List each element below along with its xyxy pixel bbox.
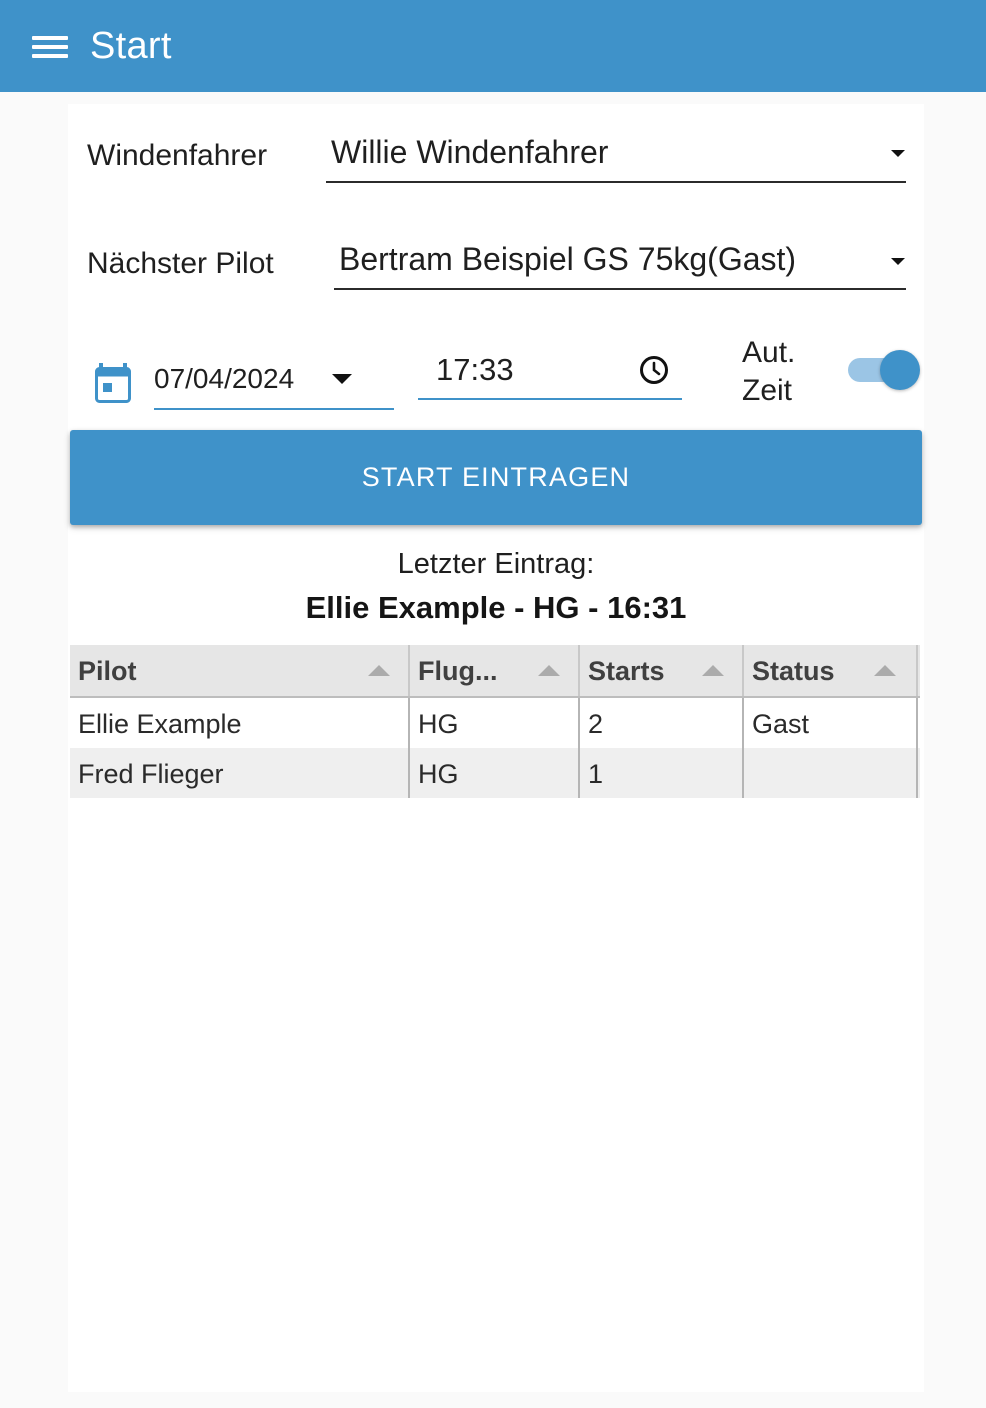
start-form-card: Windenfahrer Willie Windenfahrer Nächste…: [68, 104, 924, 1392]
cell-flight-type: HG: [410, 698, 580, 748]
calendar-icon[interactable]: [95, 363, 131, 403]
toggle-knob: [880, 350, 920, 390]
sort-asc-icon[interactable]: [368, 665, 390, 676]
cell-text: 2: [588, 709, 604, 739]
cell-pilot: Ellie Example: [70, 698, 410, 748]
pilot-starts-table: Pilot Flug... Starts Status Ellie Exampl…: [70, 645, 920, 798]
next-pilot-value: Bertram Beispiel GS 75kg(Gast): [339, 241, 797, 277]
cell-status: [744, 748, 918, 798]
submit-start-button-label: START EINTRAGEN: [361, 462, 631, 492]
cell-pilot: Fred Flieger: [70, 748, 410, 798]
next-pilot-select[interactable]: Bertram Beispiel GS 75kg(Gast): [334, 232, 906, 290]
column-header-pilot[interactable]: Pilot: [70, 645, 410, 696]
winch-operator-label: Windenfahrer: [87, 139, 268, 172]
time-value: 17:33: [436, 352, 514, 387]
cell-starts: 2: [580, 698, 744, 748]
sort-asc-icon[interactable]: [538, 665, 560, 676]
sort-asc-icon[interactable]: [702, 665, 724, 676]
cell-text: Fred Flieger: [78, 759, 224, 789]
cell-flight-type: HG: [410, 748, 580, 798]
date-dropdown-arrow-icon[interactable]: [332, 374, 352, 384]
date-value: 07/04/2024: [154, 363, 295, 394]
dropdown-arrow-icon: [891, 258, 905, 265]
column-header-status[interactable]: Status: [744, 645, 918, 696]
dropdown-arrow-icon: [891, 150, 905, 157]
auto-time-toggle[interactable]: [848, 350, 920, 390]
auto-time-label: Aut. Zeit: [742, 334, 795, 410]
column-header-label: Starts: [588, 656, 665, 686]
column-header-flight-type[interactable]: Flug...: [410, 645, 580, 696]
cell-text: HG: [418, 709, 459, 739]
date-input[interactable]: 07/04/2024: [154, 336, 394, 410]
column-header-starts[interactable]: Starts: [580, 645, 744, 696]
auto-time-label-line2: Zeit: [742, 374, 793, 407]
app-bar: Start: [0, 0, 986, 92]
time-input[interactable]: 17:33: [418, 336, 682, 400]
auto-time-label-line1: Aut.: [742, 336, 796, 369]
column-header-label: Pilot: [78, 656, 137, 686]
app-title: Start: [90, 25, 172, 67]
table-row[interactable]: Fred Flieger HG 1: [70, 748, 920, 798]
table-row[interactable]: Ellie Example HG 2 Gast: [70, 698, 920, 748]
sort-asc-icon[interactable]: [874, 665, 896, 676]
cell-text: 1: [588, 759, 604, 789]
last-entry-label: Letzter Eintrag:: [397, 548, 595, 580]
cell-text: Gast: [752, 709, 810, 739]
clock-icon[interactable]: [638, 354, 670, 386]
cell-starts: 1: [580, 748, 744, 798]
winch-operator-select[interactable]: Willie Windenfahrer: [326, 125, 906, 183]
column-header-label: Flug...: [418, 656, 498, 686]
cell-text: Ellie Example: [78, 709, 242, 739]
winch-operator-value: Willie Windenfahrer: [331, 134, 609, 170]
column-header-label: Status: [752, 656, 835, 686]
table-header: Pilot Flug... Starts Status: [70, 645, 920, 698]
last-entry-value: Ellie Example - HG - 16:31: [305, 590, 687, 625]
submit-start-button[interactable]: START EINTRAGEN: [70, 430, 922, 525]
next-pilot-label: Nächster Pilot: [87, 247, 274, 280]
hamburger-menu-icon[interactable]: [22, 24, 78, 68]
cell-text: HG: [418, 759, 459, 789]
cell-status: Gast: [744, 698, 918, 748]
